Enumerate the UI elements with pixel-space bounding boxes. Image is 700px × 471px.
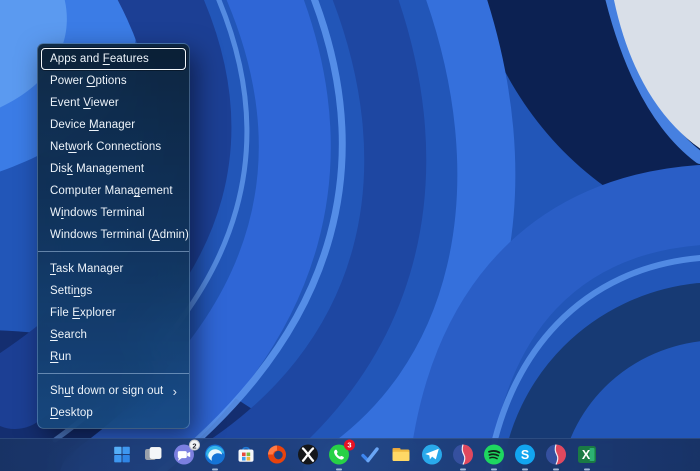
taskbar: 2 3 S X <box>0 438 700 471</box>
menu-item-desktop[interactable]: Desktop <box>41 402 186 424</box>
menu-item-label: Task Manager <box>50 263 124 275</box>
running-indicator <box>336 468 342 471</box>
start-glyph <box>114 446 130 463</box>
menu-item-label: Run <box>50 351 72 363</box>
red-blue-app-2-glyph <box>546 444 566 465</box>
menu-item-search[interactable]: Search <box>41 324 186 346</box>
menu-item-network-connections[interactable]: Network Connections <box>41 136 186 158</box>
menu-item-label: Disk Management <box>50 163 145 175</box>
menu-item-label: Search <box>50 329 88 341</box>
menu-item-device-manager[interactable]: Device Manager <box>41 114 186 136</box>
task-view-icon[interactable] <box>141 443 165 467</box>
xbox-icon[interactable] <box>296 443 320 467</box>
menu-item-shut-down-or-sign-out[interactable]: Shut down or sign out › <box>41 380 186 402</box>
menu-item-settings[interactable]: Settings <box>41 280 186 302</box>
menu-separator <box>38 251 189 252</box>
menu-separator <box>38 373 189 374</box>
telegram-icon[interactable] <box>420 443 444 467</box>
svg-text:S: S <box>521 448 529 462</box>
menu-item-label: Power Options <box>50 75 127 87</box>
todo-icon[interactable] <box>358 443 382 467</box>
menu-item-label: Network Connections <box>50 141 162 153</box>
excel-glyph: X <box>578 446 596 464</box>
menu-item-event-viewer[interactable]: Event Viewer <box>41 92 186 114</box>
edge-icon[interactable] <box>203 443 227 471</box>
skype-icon[interactable]: S <box>513 443 537 471</box>
chat-badge: 2 <box>189 439 200 451</box>
red-blue-app-glyph <box>453 444 473 465</box>
running-indicator <box>491 468 497 471</box>
excel-icon[interactable]: X <box>575 443 599 471</box>
red-blue-app-icon[interactable] <box>451 443 475 471</box>
desktop[interactable]: Apps and Features Power Options Event View… <box>0 0 700 471</box>
menu-item-file-explorer[interactable]: File Explorer <box>41 302 186 324</box>
chat-icon[interactable]: 2 <box>172 439 200 467</box>
submenu-chevron-icon: › <box>172 383 177 399</box>
task-view-glyph <box>145 446 162 461</box>
menu-item-disk-management[interactable]: Disk Management <box>41 158 186 180</box>
start-icon[interactable] <box>110 443 134 467</box>
telegram-glyph <box>422 444 442 465</box>
file-explorer-glyph <box>392 448 410 462</box>
menu-item-windows-terminal[interactable]: Windows Terminal <box>41 202 186 224</box>
file-explorer-icon[interactable] <box>389 443 413 467</box>
menu-item-label: Windows Terminal <box>50 207 145 219</box>
whatsapp-badge: 3 <box>344 439 355 451</box>
spotify-icon[interactable] <box>482 443 506 471</box>
whatsapp-icon[interactable]: 3 <box>327 439 355 471</box>
taskbar-icons: 2 3 S X <box>110 439 599 471</box>
menu-item-task-manager[interactable]: Task Manager <box>41 258 186 280</box>
todo-glyph <box>361 447 379 463</box>
menu-item-computer-management[interactable]: Computer Management <box>41 180 186 202</box>
menu-item-label: Device Manager <box>50 119 136 131</box>
edge-glyph <box>205 444 225 465</box>
red-blue-app-2-icon[interactable] <box>544 443 568 471</box>
menu-item-label: File Explorer <box>50 307 116 319</box>
store-icon[interactable] <box>234 443 258 467</box>
xbox-glyph <box>298 444 318 465</box>
menu-item-label: Windows Terminal (Admin) <box>50 229 189 241</box>
menu-item-apps-and-features[interactable]: Apps and Features <box>41 48 186 70</box>
spotify-glyph <box>484 444 504 465</box>
menu-item-power-options[interactable]: Power Options <box>41 70 186 92</box>
running-indicator <box>460 468 466 471</box>
winx-menu: Apps and Features Power Options Event View… <box>37 43 190 429</box>
skype-glyph: S <box>515 444 535 465</box>
menu-item-label: Desktop <box>50 407 93 419</box>
office-icon[interactable] <box>265 443 289 467</box>
menu-item-run[interactable]: Run <box>41 346 186 368</box>
running-indicator <box>584 468 590 471</box>
menu-item-label: Computer Management <box>50 185 173 197</box>
svg-text:X: X <box>582 448 591 462</box>
running-indicator <box>522 468 528 471</box>
running-indicator <box>212 468 218 471</box>
menu-item-label: Apps and Features <box>50 53 149 65</box>
running-indicator <box>553 468 559 471</box>
store-glyph <box>238 446 254 462</box>
menu-item-windows-terminal-admin[interactable]: Windows Terminal (Admin) <box>41 224 189 246</box>
office-glyph <box>267 445 287 464</box>
menu-item-label: Settings <box>50 285 93 297</box>
menu-item-label: Event Viewer <box>50 97 119 109</box>
menu-item-label: Shut down or sign out <box>50 385 164 397</box>
